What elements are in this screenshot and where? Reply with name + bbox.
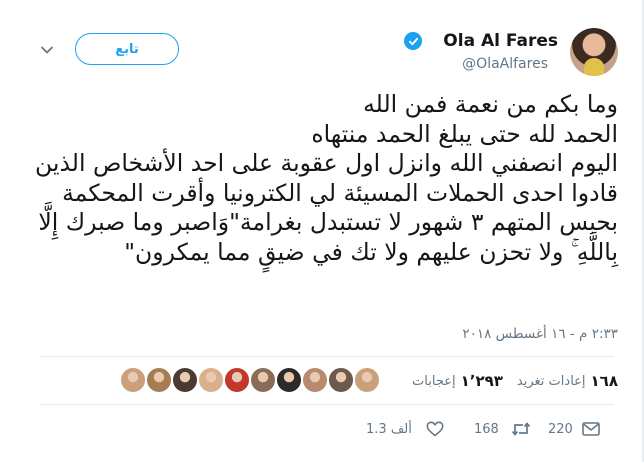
tweet-actions: 220 168 1.3 ألف — [0, 410, 644, 450]
liker-avatar[interactable] — [172, 367, 198, 393]
display-name[interactable]: Ola Al Fares — [443, 31, 558, 51]
retweet-icon — [511, 422, 530, 436]
like-count: 1.3 ألف — [366, 421, 412, 437]
tweet-line: الحمد لله حتى يبلغ الحمد منتهاه — [311, 119, 618, 148]
likes-stat-count: ١٬٢٩٣ — [460, 372, 503, 390]
retweet-count: 168 — [474, 421, 499, 437]
liker-avatar[interactable] — [276, 367, 302, 393]
tweet-line: وما بكم من نعمة فمن الله — [363, 90, 618, 118]
retweets-stat[interactable]: ١٦٨ إعادات تغريد — [517, 372, 618, 390]
tweet-text: وما بكم من نعمة فمن الله الحمد لله حتى ي… — [28, 90, 618, 267]
liker-avatars — [118, 367, 380, 393]
tweet-timestamp[interactable]: ٢:٣٣ م - ١٦ أغسطس ٢٠١٨ — [462, 326, 618, 342]
tweet-stats: ١٦٨ إعادات تغريد ١٬٢٩٣ إعجابات — [398, 363, 618, 399]
user-handle[interactable]: @OlaAlfares — [462, 56, 548, 72]
avatar[interactable] — [570, 28, 618, 76]
tweet-header: Ola Al Fares @OlaAlfares تابع — [0, 0, 644, 90]
divider — [40, 404, 614, 405]
liker-avatar[interactable] — [224, 367, 250, 393]
heart-icon — [426, 421, 444, 437]
liker-avatar[interactable] — [328, 367, 354, 393]
liker-avatar[interactable] — [120, 367, 146, 393]
divider — [40, 356, 614, 357]
reply-count: 220 — [548, 421, 573, 437]
envelope-icon — [582, 422, 600, 436]
chevron-down-icon[interactable] — [40, 42, 54, 56]
liker-avatar[interactable] — [354, 367, 380, 393]
follow-button[interactable]: تابع — [75, 33, 179, 65]
tweet-card: Ola Al Fares @OlaAlfares تابع وما بكم من… — [0, 0, 644, 462]
reply-button[interactable]: 220 — [540, 418, 573, 440]
liker-avatar[interactable] — [302, 367, 328, 393]
likes-stat-label: إعجابات — [412, 373, 456, 389]
tweet-line: اليوم انصفني الله وانزل اول عقوبة على اح… — [35, 149, 618, 266]
verified-badge-icon — [404, 32, 422, 50]
liker-avatar[interactable] — [250, 367, 276, 393]
retweet-button[interactable]: 168 — [466, 418, 531, 440]
message-button[interactable] — [582, 418, 600, 440]
likes-stat[interactable]: ١٬٢٩٣ إعجابات — [412, 372, 503, 390]
liker-avatar[interactable] — [198, 367, 224, 393]
liker-avatar[interactable] — [146, 367, 172, 393]
retweets-stat-label: إعادات تغريد — [516, 373, 586, 389]
retweets-stat-count: ١٦٨ — [590, 372, 618, 390]
like-button[interactable]: 1.3 ألف — [366, 418, 444, 440]
